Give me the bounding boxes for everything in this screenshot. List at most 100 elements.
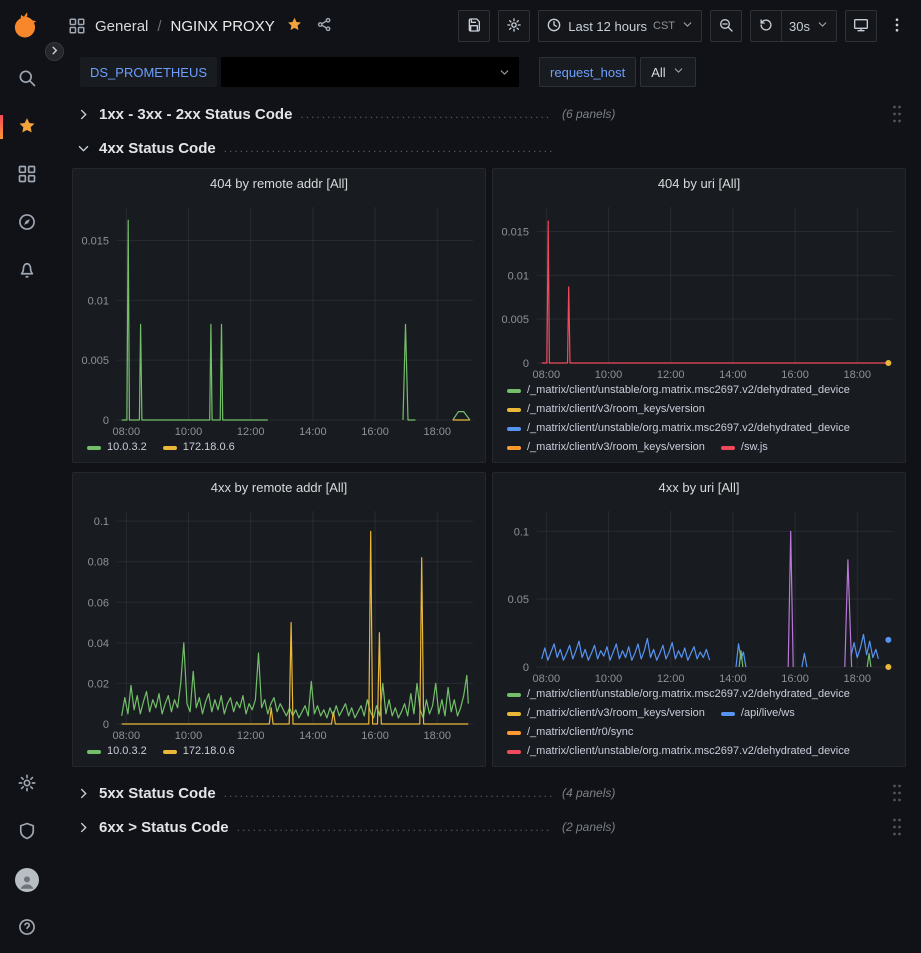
monitor-icon [853,17,869,36]
legend-item[interactable]: /sw.js [721,438,768,457]
sidebar-item-profile[interactable] [12,865,42,895]
series-color-marker [507,731,521,735]
row-drag-handle[interactable] [892,783,902,803]
chevron-right-icon [76,107,91,122]
dashboard-row-1xx-3xx-2xx[interactable]: 1xx - 3xx - 2xx Status Code ............… [72,100,906,128]
series-color-marker [507,693,521,697]
row-title: 4xx Status Code [99,140,216,157]
svg-text:10:00: 10:00 [595,673,623,685]
legend-item[interactable]: /_matrix/client/v3/room_keys/version [507,704,705,723]
series-label: /sw.js [741,438,768,457]
svg-text:0: 0 [523,358,529,370]
legend-item[interactable]: /_matrix/client/unstable/org.matrix.msc2… [507,381,850,400]
svg-text:0.005: 0.005 [81,355,109,367]
sidebar-item-alerting[interactable] [12,256,42,286]
legend-item[interactable]: /_matrix/client/v3/room_keys/version [507,400,705,419]
panel-404-by-remote-addr: 404 by remote addr [All] 00.0050.010.015… [72,168,486,463]
svg-text:0.01: 0.01 [88,295,109,307]
panel-legend: /_matrix/client/unstable/org.matrix.msc2… [493,685,905,766]
row-title: 5xx Status Code [99,785,216,802]
breadcrumb-section[interactable]: General [95,18,148,35]
legend-item[interactable]: /api/live/ws [721,704,795,723]
share-button[interactable] [314,14,335,38]
row-panel-count: (6 panels) [562,107,615,121]
time-series-plot[interactable]: 00.050.108:0010:0012:0014:0016:0018:00 [493,501,905,685]
save-dashboard-button[interactable] [458,10,490,42]
series-color-marker [507,750,521,754]
sidebar [0,0,54,953]
panel-title[interactable]: 404 by uri [All] [493,169,905,197]
dashboard-settings-button[interactable] [498,10,530,42]
chevron-down-icon [76,141,91,156]
refresh-button[interactable] [750,10,782,42]
legend-item[interactable]: 10.0.3.2 [87,438,147,457]
shield-icon [17,821,37,844]
search-icon [17,68,37,91]
sidebar-item-starred[interactable] [12,112,42,142]
sidebar-item-help[interactable] [12,913,42,943]
row-drag-handle[interactable] [892,817,902,837]
time-series-plot[interactable]: 00.020.040.060.080.108:0010:0012:0014:00… [73,501,485,742]
panel-404-by-uri: 404 by uri [All] 00.0050.010.01508:0010:… [492,168,906,463]
legend-item[interactable]: /_matrix/client/unstable/org.matrix.msc2… [507,685,850,704]
dashboard-row-5xx[interactable]: 5xx Status Code ........................… [72,779,906,807]
legend-item[interactable]: /_matrix/client/unstable/org.matrix.msc2… [507,419,850,438]
time-range-picker[interactable]: Last 12 hours CST [538,10,702,42]
svg-text:16:00: 16:00 [781,673,809,685]
svg-text:14:00: 14:00 [299,730,327,742]
breadcrumb: General / NGINX PROXY [68,14,335,38]
request-host-select[interactable]: All [640,57,695,87]
zoom-out-button[interactable] [710,10,742,42]
favorite-star-button[interactable] [284,14,305,38]
legend-item[interactable]: 172.18.0.6 [163,742,235,761]
sidebar-expand-button[interactable] [45,42,64,61]
refresh-interval-label: 30s [789,19,810,34]
refresh-group: 30s [750,10,837,42]
sidebar-item-configuration[interactable] [12,769,42,799]
row-panel-count: (4 panels) [562,786,615,800]
row-panel-count: (2 panels) [562,820,615,834]
series-color-marker [721,712,735,716]
star-icon [17,116,37,139]
series-label: 172.18.0.6 [183,742,235,761]
panel-4xx-by-uri: 4xx by uri [All] 00.050.108:0010:0012:00… [492,472,906,767]
panel-title[interactable]: 4xx by remote addr [All] [73,473,485,501]
svg-text:16:00: 16:00 [361,730,389,742]
series-label: 10.0.3.2 [107,742,147,761]
svg-text:0: 0 [103,415,109,427]
grafana-logo[interactable] [11,10,43,42]
more-options-button[interactable] [885,16,909,37]
save-icon [466,17,482,36]
svg-text:08:00: 08:00 [113,730,141,742]
time-series-plot[interactable]: 00.0050.010.01508:0010:0012:0014:0016:00… [493,197,905,381]
panel-title[interactable]: 404 by remote addr [All] [73,169,485,197]
legend-item[interactable]: 172.18.0.6 [163,438,235,457]
panel-legend: /_matrix/client/unstable/org.matrix.msc2… [493,381,905,462]
dashboard-row-6xx[interactable]: 6xx > Status Code ......................… [72,813,906,841]
zoom-out-icon [718,17,734,36]
timezone-label: CST [653,20,675,32]
compass-icon [17,212,37,235]
svg-text:08:00: 08:00 [113,426,141,438]
svg-text:0.08: 0.08 [88,557,109,569]
panel-title[interactable]: 4xx by uri [All] [493,473,905,501]
sidebar-item-explore[interactable] [12,208,42,238]
sidebar-item-dashboards[interactable] [12,160,42,190]
legend-item[interactable]: /_matrix/client/unstable/org.matrix.msc2… [507,742,850,761]
sidebar-item-server-admin[interactable] [12,817,42,847]
refresh-interval-dropdown[interactable]: 30s [782,10,837,42]
series-color-marker [507,389,521,393]
series-color-marker [163,750,177,754]
svg-text:0: 0 [103,719,109,731]
series-label: /api/live/ws [741,704,795,723]
time-series-plot[interactable]: 00.0050.010.01508:0010:0012:0014:0016:00… [73,197,485,438]
tv-mode-button[interactable] [845,10,877,42]
main-area: General / NGINX PROXY L [54,0,921,953]
sidebar-item-search[interactable] [12,64,42,94]
ds-prometheus-select[interactable] [221,57,519,87]
legend-item[interactable]: 10.0.3.2 [87,742,147,761]
dashboard-row-4xx[interactable]: 4xx Status Code ........................… [72,134,906,162]
legend-item[interactable]: /_matrix/client/v3/room_keys/version [507,438,705,457]
row-drag-handle[interactable] [892,104,902,124]
legend-item[interactable]: /_matrix/client/r0/sync [507,723,633,742]
